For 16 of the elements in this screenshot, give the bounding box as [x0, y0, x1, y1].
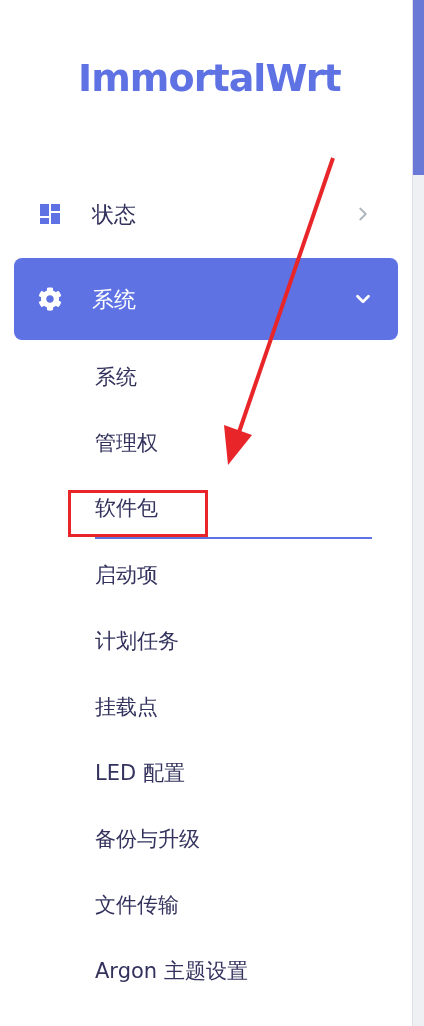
submenu-item[interactable]: 管理权: [95, 415, 372, 473]
submenu-item[interactable]: Argon 主题设置: [95, 943, 372, 1001]
menu-item[interactable]: 状态: [14, 190, 398, 238]
submenu-item[interactable]: 文件传输: [95, 877, 372, 935]
submenu-item[interactable]: 计划任务: [95, 613, 372, 671]
settings-icon: [38, 287, 62, 311]
submenu-item[interactable]: LED 配置: [95, 745, 372, 803]
menu-item[interactable]: 系统: [14, 258, 398, 340]
scrollbar-thumb[interactable]: [413, 0, 424, 175]
submenu-item[interactable]: 系统: [95, 349, 372, 407]
submenu-item[interactable]: 启动项: [95, 547, 372, 605]
submenu-item[interactable]: 备份与升级: [95, 811, 372, 869]
logo: ImmortalWrt: [78, 56, 341, 100]
dashboard-icon: [38, 202, 62, 226]
submenu-item[interactable]: 软件包: [95, 481, 372, 539]
submenu-item[interactable]: 挂载点: [95, 679, 372, 737]
